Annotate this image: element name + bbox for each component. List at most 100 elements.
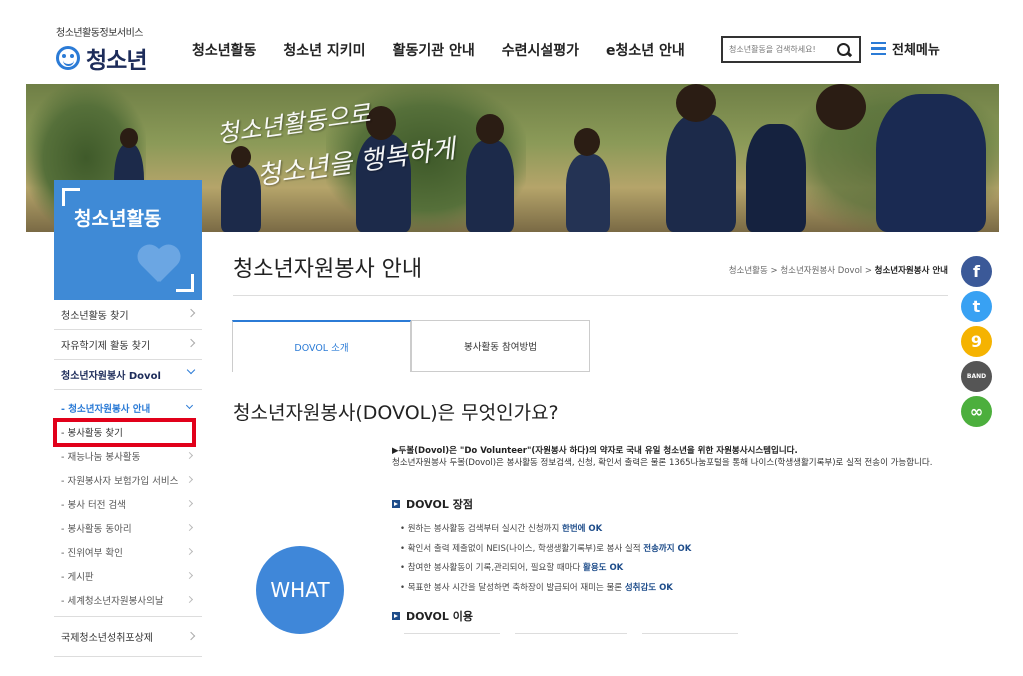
- submenu-item-club[interactable]: - 봉사활동 동아리: [54, 516, 202, 540]
- search-box: [721, 36, 861, 63]
- all-menu-button[interactable]: 전체메뉴: [871, 39, 940, 58]
- chevron-right-icon: [185, 547, 194, 556]
- smile-logo-icon: [56, 46, 80, 70]
- link-icon[interactable]: ∞: [961, 396, 992, 427]
- play-bullet-icon: [392, 612, 400, 620]
- chevron-down-icon: [185, 401, 194, 410]
- intro-description: ▶두볼(Dovol)은 "Do Volunteer"(자원봉사 하다)의 약자로…: [392, 445, 952, 469]
- breadcrumb-path[interactable]: 청소년활동 > 청소년자원봉사 Dovol >: [729, 266, 875, 276]
- use-card[interactable]: [642, 633, 738, 641]
- social-share-rail: f t 9 BAND ∞: [961, 256, 992, 431]
- banner-person-head: [574, 128, 600, 156]
- submenu-item-label: - 자원봉사자 보험가입 서비스: [61, 476, 179, 487]
- use-card[interactable]: [515, 633, 627, 641]
- hamburger-icon: [871, 42, 886, 55]
- submenu-item-label: - 게시판: [61, 572, 94, 583]
- merits-title: DOVOL 장점: [406, 498, 473, 511]
- submenu-item-board[interactable]: - 게시판: [54, 564, 202, 588]
- nav-youth-activity[interactable]: 청소년활동: [192, 40, 256, 60]
- sidebar-menu: 청소년활동 찾기 자유학기제 활동 찾기 청소년자원봉사 Dovol - 청소년…: [54, 300, 202, 657]
- submenu-item-label: - 봉사활동 동아리: [61, 524, 132, 535]
- chevron-right-icon: [185, 451, 194, 460]
- search-icon[interactable]: [837, 42, 851, 57]
- banner-person: [876, 94, 986, 232]
- banner-person: [566, 154, 610, 232]
- chevron-right-icon: [185, 523, 194, 532]
- banner-person: [746, 124, 806, 232]
- kakaostory-icon[interactable]: 9: [961, 326, 992, 357]
- intro-lead: ▶두볼(Dovol)은 "Do Volunteer"(자원봉사 하다)의 약자로…: [392, 446, 798, 456]
- list-item: • 원하는 봉사활동 검색부터 실시간 신청까지 한번에 OK: [400, 524, 603, 534]
- section-heading: 청소년자원봉사(DOVOL)은 무엇인가요?: [233, 402, 559, 424]
- title-divider: [233, 295, 948, 296]
- play-bullet-icon: [392, 500, 400, 508]
- submenu-item-label: - 세계청소년자원봉사의날: [61, 596, 164, 607]
- site-header: 청소년활동정보서비스 청소년 청소년활동 청소년 지키미 활동기관 안내 수련시…: [0, 0, 1023, 84]
- page-title: 청소년자원봉사 안내: [233, 257, 423, 282]
- what-badge: WHAT: [256, 546, 344, 634]
- breadcrumb-current: 청소년자원봉사 안내: [874, 266, 948, 276]
- facebook-icon[interactable]: f: [961, 256, 992, 287]
- section-title-box: 청소년활동: [54, 180, 202, 300]
- banner-person: [466, 140, 514, 232]
- use-card[interactable]: [404, 633, 500, 641]
- submenu-item-site-search[interactable]: - 봉사 터전 검색: [54, 492, 202, 516]
- highlight-box: [53, 418, 196, 447]
- sidebar-item-dovol[interactable]: 청소년자원봉사 Dovol: [54, 360, 202, 390]
- corner-bracket-icon: [176, 274, 194, 292]
- chevron-right-icon: [185, 595, 194, 604]
- chevron-right-icon: [185, 571, 194, 580]
- banner-person: [666, 114, 736, 232]
- global-nav: 청소년활동 청소년 지키미 활동기관 안내 수련시설평가 e청소년 안내: [192, 40, 712, 60]
- merits-list: • 원하는 봉사활동 검색부터 실시간 신청까지 한번에 OK • 확인서 출력…: [400, 522, 691, 600]
- tab-dovol-intro[interactable]: DOVOL 소개: [232, 320, 411, 372]
- banner-person: [221, 164, 261, 232]
- use-heading: DOVOL 이용: [392, 608, 473, 624]
- chevron-right-icon: [185, 475, 194, 484]
- search-input[interactable]: [723, 38, 833, 61]
- sidebar-item-award[interactable]: 국제청소년성취포상제: [54, 617, 202, 657]
- list-item: • 확인서 출력 제출없이 NEIS(나이스, 학생생활기록부)로 봉사 실적 …: [400, 543, 692, 554]
- submenu-item-label: - 청소년자원봉사 안내: [61, 404, 151, 415]
- nav-org-guide[interactable]: 활동기관 안내: [393, 40, 475, 60]
- nav-e-youth[interactable]: e청소년 안내: [606, 40, 685, 60]
- nav-facility-eval[interactable]: 수련시설평가: [502, 40, 579, 60]
- list-item: • 목표한 봉사 시간을 달성하면 축하장이 발급되어 재미는 물론 성취감도 …: [400, 582, 673, 593]
- chevron-down-icon: [186, 365, 196, 375]
- all-menu-label: 전체메뉴: [892, 43, 940, 58]
- use-title: DOVOL 이용: [406, 610, 473, 623]
- sidebar-item-activity-search[interactable]: 청소년활동 찾기: [54, 300, 202, 330]
- breadcrumb: 청소년활동 > 청소년자원봉사 Dovol > 청소년자원봉사 안내: [729, 264, 948, 276]
- nav-youth-guardian[interactable]: 청소년 지키미: [283, 40, 365, 60]
- section-title: 청소년활동: [74, 208, 162, 230]
- list-item: • 참여한 봉사활동이 기록,관리되어, 필요할 때마다 활용도 OK: [400, 563, 624, 573]
- banner-person-head: [816, 84, 866, 130]
- sidebar-item-label: 청소년활동 찾기: [61, 311, 129, 322]
- banner-person-head: [476, 114, 504, 144]
- sidebar-item-label: 국제청소년성취포상제: [61, 633, 153, 644]
- submenu-item-label: - 봉사 터전 검색: [61, 500, 126, 511]
- submenu-item-label: - 재능나눔 봉사활동: [61, 452, 141, 463]
- submenu-item-label: - 진위여부 확인: [61, 548, 123, 559]
- content-tabs: DOVOL 소개 봉사활동 참여방법: [232, 320, 590, 372]
- banner-person-head: [120, 128, 138, 148]
- logo-subtitle: 청소년활동정보서비스: [56, 28, 144, 39]
- chevron-right-icon: [186, 338, 196, 348]
- submenu-item-talent-sharing[interactable]: - 재능나눔 봉사활동: [54, 444, 202, 468]
- banner-person-head: [231, 146, 251, 168]
- band-icon[interactable]: BAND: [961, 361, 992, 392]
- site-logo[interactable]: 청소년활동정보서비스 청소년: [56, 24, 147, 75]
- submenu-item-volunteer-guide[interactable]: - 청소년자원봉사 안내: [54, 396, 202, 420]
- submenu-item-verify[interactable]: - 진위여부 확인: [54, 540, 202, 564]
- sidebar-item-free-semester[interactable]: 자유학기제 활동 찾기: [54, 330, 202, 360]
- tab-participation-method[interactable]: 봉사활동 참여방법: [411, 320, 590, 372]
- chevron-right-icon: [186, 308, 196, 318]
- submenu-item-world-volunteer-day[interactable]: - 세계청소년자원봉사의날: [54, 588, 202, 612]
- intro-detail: 청소년자원봉사 두볼(Dovol)은 봉사활동 정보검색, 신청, 확인서 출력…: [392, 458, 933, 468]
- twitter-icon[interactable]: t: [961, 291, 992, 322]
- sidebar-item-label: 청소년자원봉사 Dovol: [61, 371, 161, 382]
- submenu-item-insurance[interactable]: - 자원봉사자 보험가입 서비스: [54, 468, 202, 492]
- merits-heading: DOVOL 장점: [392, 496, 473, 512]
- logo-name: 청소년: [86, 48, 147, 74]
- chevron-right-icon: [186, 631, 196, 641]
